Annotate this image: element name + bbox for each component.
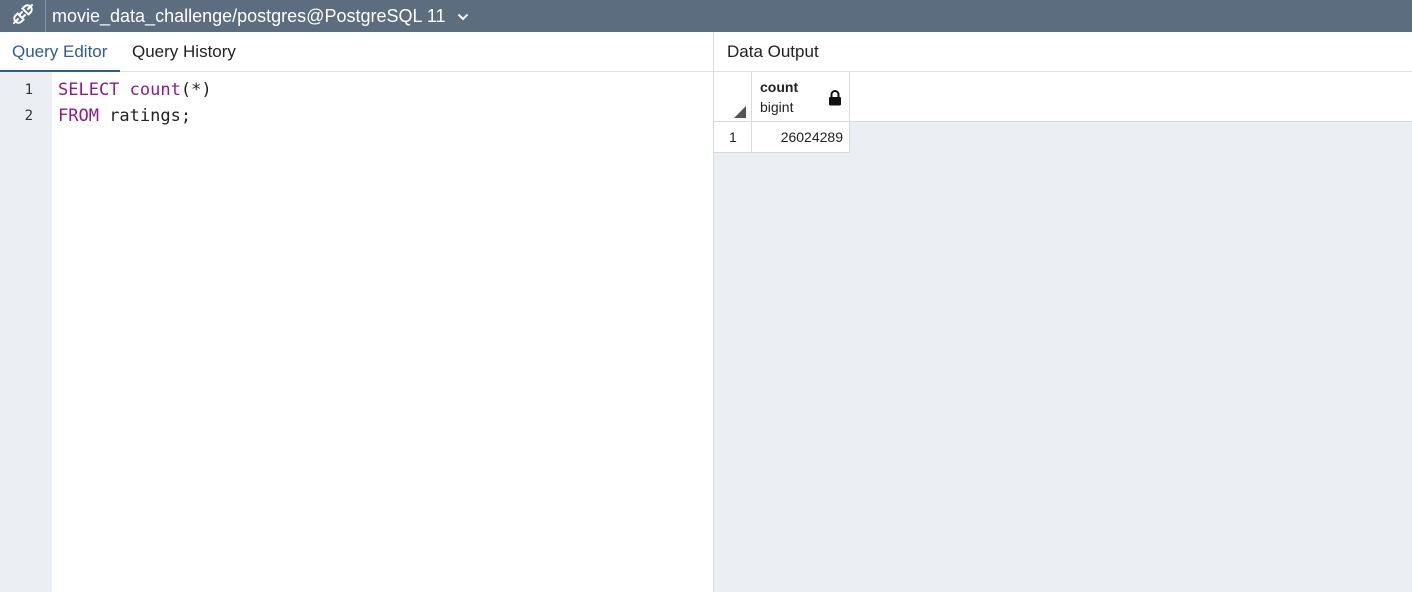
- line-number: 1: [24, 82, 33, 98]
- tab-data-output[interactable]: Data Output: [727, 32, 819, 72]
- sql-keyword: FROM: [58, 106, 99, 126]
- sql-keyword: SELECT: [58, 80, 120, 100]
- column-name: count: [760, 79, 799, 95]
- results-grid-header: count bigint: [714, 72, 1412, 122]
- tab-query-history[interactable]: Query History: [120, 32, 248, 71]
- result-cell[interactable]: 26024289: [752, 122, 850, 152]
- corner-triangle-icon: [734, 106, 746, 118]
- sql-code-area[interactable]: SELECT count(*) FROM ratings;: [58, 72, 713, 592]
- data-output-pane: Data Output count bigint 1 26024289: [714, 32, 1412, 592]
- line-number-gutter: 1 2: [0, 72, 52, 592]
- select-all-cell[interactable]: [714, 72, 752, 121]
- chevron-down-icon: [457, 0, 469, 32]
- connection-selector[interactable]: movie_data_challenge/postgres@PostgreSQL…: [52, 0, 469, 32]
- code-text: ratings;: [98, 106, 192, 126]
- connection-bar: movie_data_challenge/postgres@PostgreSQL…: [0, 0, 1412, 32]
- tab-query-editor[interactable]: Query Editor: [0, 32, 120, 72]
- editor-tabs: Query Editor Query History: [0, 32, 713, 72]
- connection-title: movie_data_challenge/postgres@PostgreSQL…: [52, 6, 446, 26]
- code-text: (*): [180, 80, 212, 100]
- tab-label: Query Editor: [12, 42, 108, 61]
- line-number: 2: [24, 108, 33, 124]
- lock-icon: [828, 90, 842, 111]
- tab-label: Query History: [132, 42, 236, 61]
- code-line: FROM ratings;: [58, 106, 191, 126]
- connection-status-button[interactable]: [0, 0, 46, 32]
- plug-connection-icon: [11, 2, 35, 31]
- column-header-count[interactable]: count bigint: [752, 72, 850, 121]
- table-row[interactable]: 1 26024289: [714, 122, 850, 153]
- row-number: 1: [714, 122, 752, 152]
- output-tabs: Data Output: [714, 32, 1412, 72]
- query-editor-pane: Query Editor Query History 1 2 SELECT co…: [0, 32, 713, 592]
- code-line: SELECT count(*): [58, 80, 212, 100]
- column-type: bigint: [760, 99, 794, 115]
- sql-function: count: [129, 80, 181, 100]
